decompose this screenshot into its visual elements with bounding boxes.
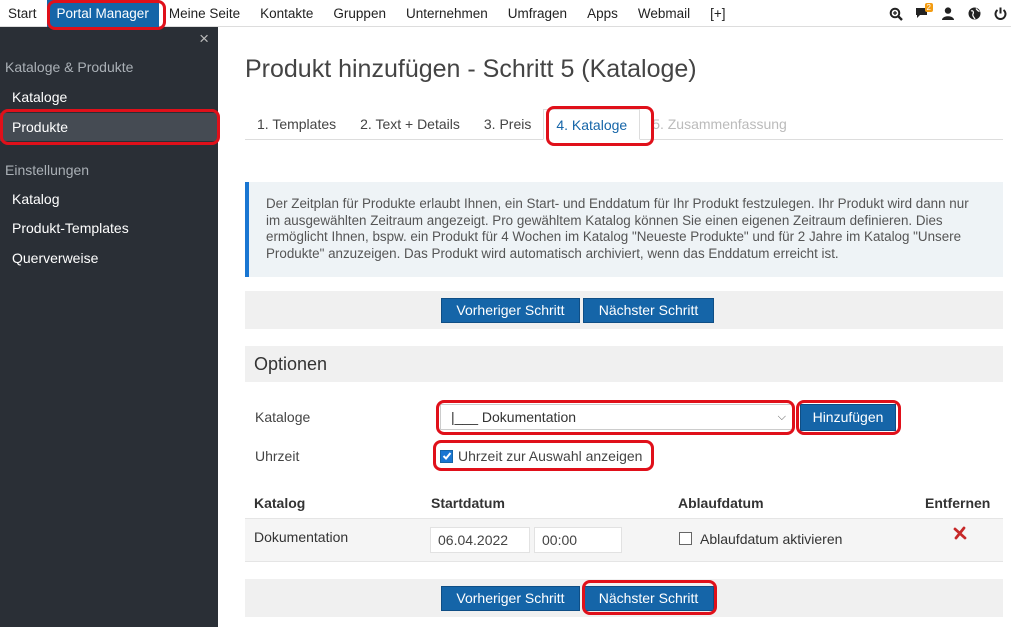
- time-checkbox-label[interactable]: Uhrzeit zur Auswahl anzeigen: [458, 448, 642, 464]
- time-checkbox[interactable]: [440, 449, 453, 463]
- sidebar: × Kataloge & Produkte Kataloge Produkte …: [0, 27, 218, 627]
- header-startdatum: Startdatum: [431, 495, 505, 511]
- header-katalog: Katalog: [254, 495, 306, 511]
- catalog-table: Katalog Startdatum Ablaufdatum Entfernen…: [245, 485, 1003, 562]
- nav-meine-seite[interactable]: Meine Seite: [159, 0, 250, 27]
- sidebar-item-produkte[interactable]: Produkte: [0, 113, 218, 141]
- nav-gruppen[interactable]: Gruppen: [323, 0, 396, 27]
- nav-apps[interactable]: Apps: [577, 0, 628, 27]
- table-header: Katalog Startdatum Ablaufdatum Entfernen: [245, 485, 1003, 519]
- search-zoom-icon[interactable]: [885, 0, 907, 27]
- next-step-button-bottom[interactable]: Nächster Schritt: [583, 586, 714, 611]
- sidebar-section-kataloge-produkte: Kataloge & Produkte: [5, 59, 134, 75]
- catalog-select[interactable]: |___ Dokumentation ⌵: [440, 404, 793, 430]
- top-navigation-bar: Start Portal Manager Meine Seite Kontakt…: [0, 0, 1011, 27]
- chat-icon[interactable]: 2: [911, 0, 933, 27]
- page-title: Produkt hinzufügen - Schritt 5 (Kataloge…: [245, 55, 697, 83]
- sidebar-item-kataloge[interactable]: Kataloge: [0, 83, 218, 111]
- header-entfernen: Entfernen: [925, 495, 991, 511]
- start-time-input[interactable]: 00:00: [534, 527, 622, 553]
- checkmark-icon: [442, 452, 451, 460]
- sidebar-item-katalog[interactable]: Katalog: [0, 185, 218, 213]
- expiry-checkbox-label[interactable]: Ablaufdatum aktivieren: [700, 531, 842, 547]
- tab-preis[interactable]: 3. Preis: [472, 109, 543, 140]
- nav-portal-manager[interactable]: Portal Manager: [46, 0, 159, 27]
- previous-step-button-bottom[interactable]: Vorheriger Schritt: [441, 586, 580, 611]
- sidebar-item-querverweise[interactable]: Querverweise: [0, 244, 218, 272]
- sidebar-section-einstellungen: Einstellungen: [5, 162, 90, 178]
- red-x-icon[interactable]: [953, 526, 967, 543]
- tab-text-details[interactable]: 2. Text + Details: [348, 109, 472, 140]
- top-icon-group: 2: [881, 0, 1011, 27]
- header-ablaufdatum: Ablaufdatum: [678, 495, 764, 511]
- options-heading: Optionen: [245, 346, 1003, 382]
- nav-webmail[interactable]: Webmail: [628, 0, 700, 27]
- catalog-label: Kataloge: [255, 409, 311, 425]
- expiry-checkbox[interactable]: [679, 532, 692, 545]
- nav-start[interactable]: Start: [0, 0, 47, 27]
- user-icon[interactable]: [937, 0, 959, 27]
- row-catalog-name: Dokumentation: [254, 529, 349, 545]
- previous-step-button[interactable]: Vorheriger Schritt: [441, 298, 580, 323]
- power-icon[interactable]: [989, 0, 1011, 27]
- close-icon[interactable]: ×: [199, 29, 209, 49]
- nav-umfragen[interactable]: Umfragen: [498, 0, 577, 27]
- wizard-tabs: 1. Templates 2. Text + Details 3. Preis …: [245, 109, 1003, 140]
- sidebar-item-produkt-templates[interactable]: Produkt-Templates: [0, 214, 218, 242]
- main-content: Produkt hinzufügen - Schritt 5 (Kataloge…: [218, 27, 1011, 627]
- nav-unternehmen[interactable]: Unternehmen: [396, 0, 498, 27]
- time-option-row: Uhrzeit zur Auswahl anzeigen: [440, 446, 642, 466]
- nav-more[interactable]: [+]: [700, 0, 735, 27]
- next-step-button[interactable]: Nächster Schritt: [583, 298, 714, 323]
- globe-icon[interactable]: [963, 0, 985, 27]
- nav-kontakte[interactable]: Kontakte: [250, 0, 323, 27]
- time-label: Uhrzeit: [255, 448, 300, 464]
- main-menu: Start Portal Manager Meine Seite Kontakt…: [0, 0, 736, 27]
- catalog-select-value: |___ Dokumentation: [451, 409, 577, 425]
- step-button-bar-bottom: Vorheriger Schritt Nächster Schritt: [245, 579, 1003, 617]
- tab-templates[interactable]: 1. Templates: [245, 109, 348, 140]
- step-button-bar-top: Vorheriger Schritt Nächster Schritt: [245, 291, 1003, 329]
- table-row: Dokumentation 06.04.2022 00:00 Ablaufdat…: [245, 519, 1003, 562]
- start-date-input[interactable]: 06.04.2022: [430, 527, 530, 553]
- chat-badge: 2: [924, 3, 933, 12]
- tab-zusammenfassung: 5. Zusammenfassung: [652, 116, 787, 132]
- add-button[interactable]: Hinzufügen: [800, 404, 896, 431]
- chevron-down-icon: ⌵: [777, 411, 786, 423]
- info-box: Der Zeitplan für Produkte erlaubt Ihnen,…: [245, 182, 1003, 277]
- tab-kataloge[interactable]: 4. Kataloge: [543, 109, 641, 140]
